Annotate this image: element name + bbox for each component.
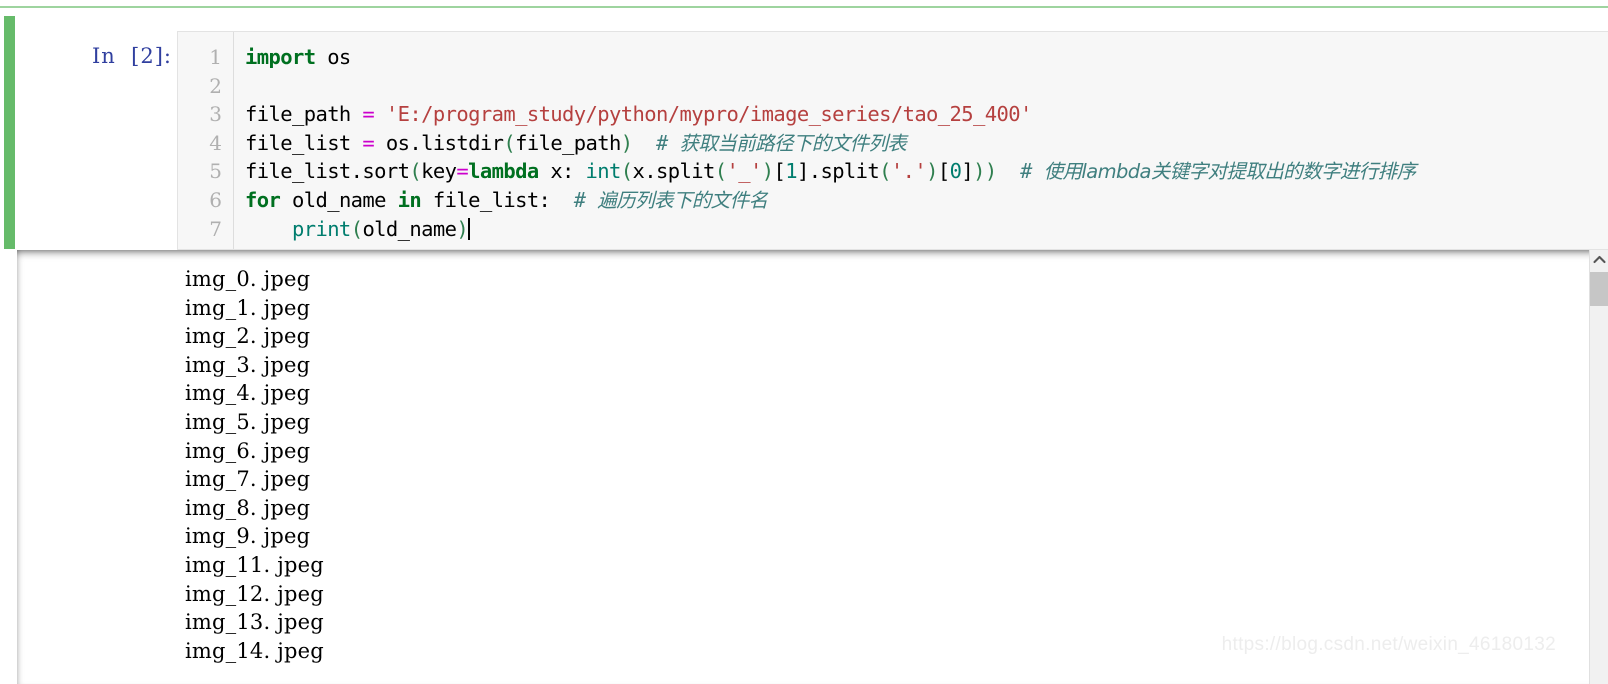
chevron-up-icon (1592, 255, 1606, 264)
code-text-area[interactable]: import os file_path = 'E:/program_study/… (235, 32, 1608, 249)
code-editor[interactable]: 1 2 3 4 5 6 7 import os file_path = 'E:/progra… (177, 31, 1608, 250)
code-token-plain: x: (538, 159, 586, 184)
output-line: img_3. jpeg (185, 352, 311, 377)
line-number: 5 (209, 159, 222, 184)
code-line[interactable]: print(old_name) (235, 215, 1608, 244)
code-token-builtin: 0 (949, 159, 962, 184)
code-token-kw: for (245, 187, 281, 212)
scroll-up-button[interactable] (1590, 250, 1608, 269)
code-token-op: = (362, 130, 375, 155)
code-token-comment: # (1020, 159, 1044, 184)
line-number: 1 (209, 45, 222, 69)
code-token-punc: ) (926, 159, 938, 184)
output-scrollbar[interactable] (1589, 250, 1608, 684)
output-line: img_1. jpeg (185, 295, 311, 320)
code-token-comment: # (656, 130, 680, 155)
output-line: img_13. jpeg (185, 610, 324, 635)
output-line: img_11. jpeg (185, 552, 324, 577)
code-token-plain: ] (961, 159, 974, 184)
code-token-punc: ( (620, 159, 633, 184)
code-line[interactable]: file_list = os.listdir(file_path) # 获取当前… (235, 129, 1608, 158)
code-token-punc: ( (714, 159, 727, 184)
line-number-gutter: 1 2 3 4 5 6 7 (178, 32, 234, 249)
code-token-punc: ) (456, 216, 469, 241)
output-line: img_9. jpeg (185, 524, 311, 549)
code-line[interactable]: for old_name in file_list: # 遍历列表下的文件名 (235, 186, 1608, 215)
code-token-plain: old_name (280, 187, 398, 212)
code-token-plain: [ (773, 159, 786, 184)
code-token-punc: ) (761, 159, 774, 184)
output-line: img_4. jpeg (185, 381, 311, 406)
code-token-kw: import (245, 45, 316, 69)
jupyter-notebook-view: In [2]: 1 2 3 4 5 6 7 import os file_path = 'E… (0, 0, 1608, 684)
code-token-punc: ( (879, 159, 891, 184)
output-line: img_0. jpeg (185, 267, 311, 291)
code-token-comment-cn: 使用lambda关键字对提取出的数字进行排序 (1043, 160, 1416, 184)
code-token-comment-cn: 遍历列表下的文件名 (597, 188, 768, 212)
input-prompt-label: In [2]: (92, 44, 172, 68)
code-token-builtin: print (291, 216, 351, 241)
code-token-plain: file_list.sort (245, 159, 410, 184)
output-text-block: img_0. jpeg img_1. jpeg img_2. jpeg img_3. … (185, 265, 324, 665)
line-number: 4 (209, 130, 222, 155)
output-line: img_2. jpeg (185, 324, 311, 349)
code-token-plain: file_list (245, 130, 363, 155)
code-token-str: 'E:/program_study/python/mypro/image_ser… (385, 102, 1032, 127)
output-line: img_5. jpeg (185, 409, 311, 434)
code-token-punc: ( (350, 216, 363, 241)
code-token-plain: listdir (421, 130, 504, 155)
code-token-punc: ( (503, 130, 516, 155)
code-token-plain: [ (937, 159, 950, 184)
code-token-plain: key (421, 159, 457, 184)
code-token-str: '.' (890, 159, 927, 184)
code-token-plain: os (315, 45, 351, 69)
code-token-str: '_' (726, 159, 762, 184)
code-token-comment-cn: 获取当前路径下的文件列表 (679, 131, 907, 155)
line-number: 7 (209, 216, 222, 241)
output-line: img_6. jpeg (185, 438, 311, 463)
line-number: 3 (209, 102, 222, 127)
code-token-punc: ) (620, 130, 633, 155)
code-line[interactable]: file_list.sort(key=lambda x: int(x.split… (235, 157, 1608, 186)
code-token-plain: os. (374, 130, 422, 155)
code-token-op: = (362, 102, 375, 127)
output-line: img_8. jpeg (185, 495, 311, 520)
code-token-plain: ].split (796, 159, 880, 184)
code-token-builtin: 1 (785, 159, 797, 184)
line-number: 2 (209, 73, 222, 98)
code-cell-output: img_0. jpeg img_1. jpeg img_2. jpeg img_3. … (17, 250, 1608, 684)
code-token-punc: )) (973, 159, 997, 184)
output-line: img_14. jpeg (185, 638, 324, 663)
code-line[interactable] (235, 72, 1608, 101)
line-number: 6 (209, 187, 222, 212)
code-token-punc: ( (409, 159, 422, 184)
scrollbar-thumb[interactable] (1590, 272, 1608, 306)
code-token-comment: # (573, 187, 598, 212)
code-token-plain: file_path (245, 102, 363, 127)
output-line: img_12. jpeg (185, 581, 324, 606)
text-cursor (468, 217, 470, 240)
code-token-kw: lambda (468, 159, 539, 184)
code-cell-input[interactable]: In [2]: 1 2 3 4 5 6 7 import os file_path = 'E… (0, 6, 1608, 250)
code-token-plain: file_path (515, 130, 621, 155)
code-line[interactable]: file_path = 'E:/program_study/python/myp… (235, 100, 1608, 129)
code-token-op: = (456, 159, 469, 184)
output-line: img_7. jpeg (185, 467, 311, 492)
code-token-kw: in (397, 187, 422, 212)
code-token-builtin: int (585, 159, 622, 184)
code-token-plain: old_name (362, 216, 457, 241)
code-line[interactable]: import os (235, 43, 1608, 72)
cell-selected-indicator (4, 16, 15, 249)
code-token-plain: file_list: (421, 187, 551, 212)
watermark-text: https://blog.csdn.net/weixin_46180132 (1221, 634, 1556, 655)
code-token-plain: x.split (632, 159, 716, 184)
